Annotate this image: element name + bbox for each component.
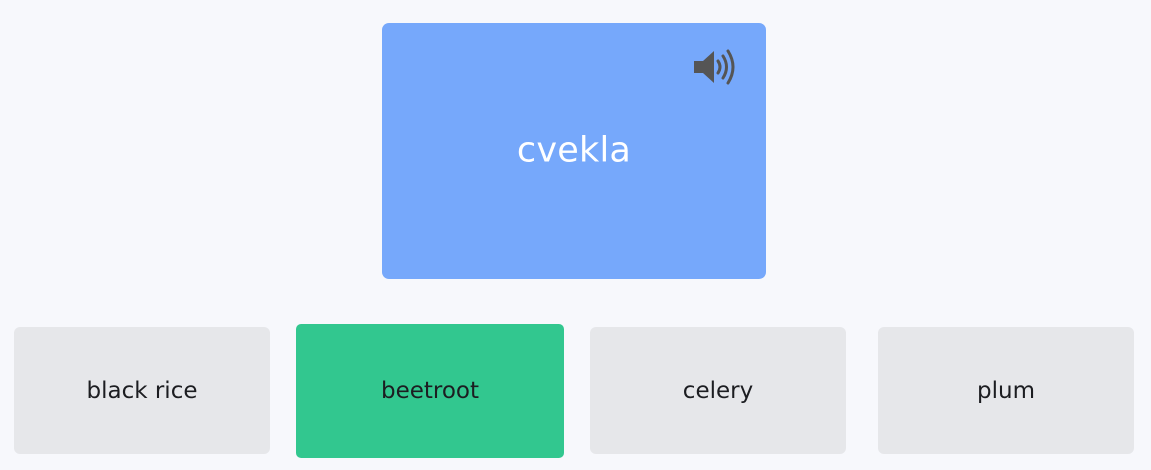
answer-option-plum[interactable]: plum [878,327,1134,454]
answer-option-label: beetroot [380,378,480,404]
answer-option-beetroot[interactable]: beetroot [296,324,564,458]
answer-option-label: plum [977,377,1035,404]
answer-option-label: celery [682,377,754,404]
answer-options: black rice beetroot celery plum [0,0,1151,470]
answer-option-label: black rice [86,377,198,404]
answer-option-black-rice[interactable]: black rice [14,327,270,454]
answer-option-celery[interactable]: celery [590,327,846,454]
